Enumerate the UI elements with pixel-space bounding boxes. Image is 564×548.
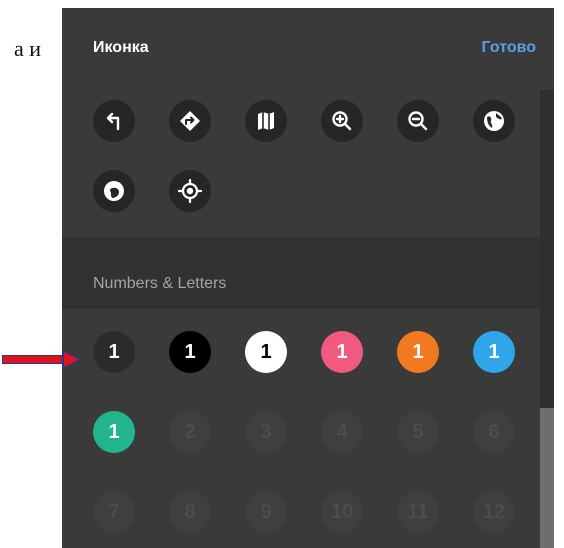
number-button-disabled-3: 3	[245, 411, 287, 453]
section-divider	[62, 306, 554, 307]
number-button-disabled-10: 10	[321, 491, 363, 533]
map-icon[interactable]	[245, 100, 287, 142]
number-button-disabled-12: 12	[473, 491, 515, 533]
icon-list	[62, 90, 554, 548]
globe-icon[interactable]	[473, 100, 515, 142]
icon-picker-panel: Иконка Готово Numbers & Letters 1 1 1 1 …	[62, 8, 554, 548]
number-button-disabled-11: 11	[397, 491, 439, 533]
section-header-numbers-letters: Numbers & Letters	[62, 239, 554, 309]
globe-alt-icon[interactable]	[93, 170, 135, 212]
number-button-1[interactable]: 1	[169, 331, 211, 373]
directions-diamond-icon[interactable]	[169, 100, 211, 142]
number-button-disabled-4: 4	[321, 411, 363, 453]
number-button-1[interactable]: 1	[93, 411, 135, 453]
number-button-disabled-9: 9	[245, 491, 287, 533]
red-pointer-arrow	[2, 350, 82, 369]
zoom-out-icon[interactable]	[397, 100, 439, 142]
target-crosshair-icon[interactable]	[169, 170, 211, 212]
done-button[interactable]: Готово	[482, 39, 536, 57]
scrollbar-thumb[interactable]	[540, 408, 554, 548]
number-button-disabled-6: 6	[473, 411, 515, 453]
panel-header: Иконка Готово	[62, 8, 554, 90]
panel-title: Иконка	[93, 39, 149, 56]
number-button-1[interactable]: 1	[397, 331, 439, 373]
document-text-fragment: а и	[14, 36, 42, 61]
number-button-disabled-5: 5	[397, 411, 439, 453]
zoom-in-icon[interactable]	[321, 100, 363, 142]
number-button-disabled-2: 2	[169, 411, 211, 453]
number-button-1[interactable]: 1	[321, 331, 363, 373]
number-button-1[interactable]: 1	[245, 331, 287, 373]
number-button-disabled-7: 7	[93, 491, 135, 533]
turn-left-arrow-icon[interactable]	[93, 100, 135, 142]
number-button-1[interactable]: 1	[473, 331, 515, 373]
section-title: Numbers & Letters	[93, 275, 227, 292]
number-button-disabled-8: 8	[169, 491, 211, 533]
number-button-1[interactable]: 1	[93, 331, 135, 373]
